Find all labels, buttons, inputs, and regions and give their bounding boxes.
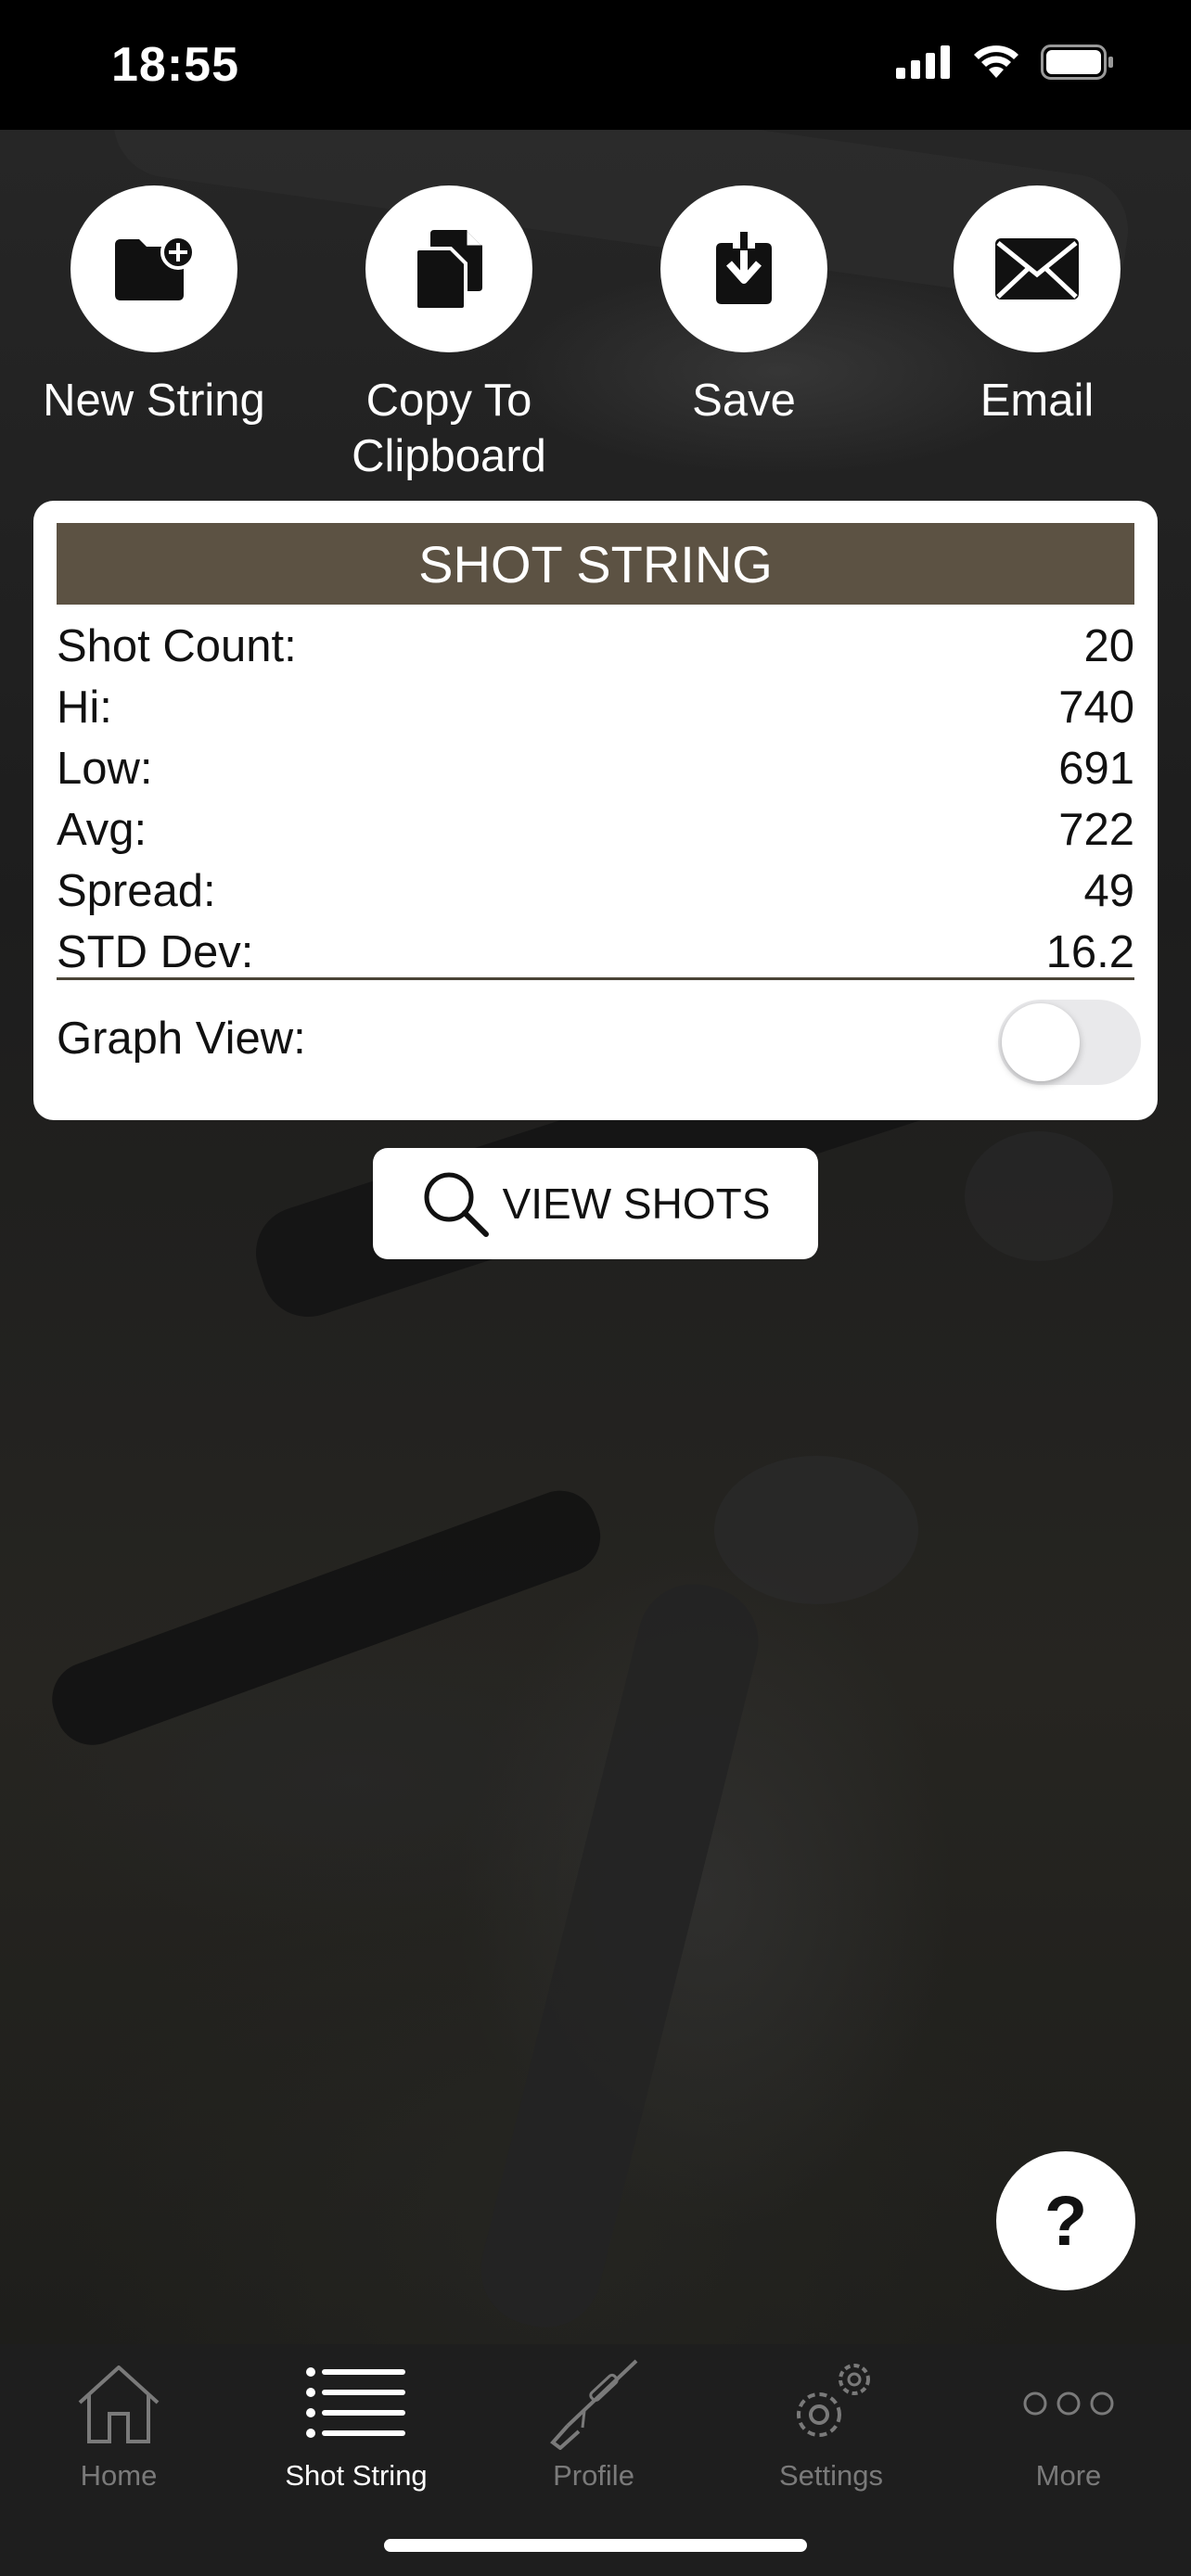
toggle-knob [1002, 1003, 1080, 1081]
search-icon [424, 1172, 489, 1237]
stat-row-hi: Hi: 740 [57, 677, 1134, 738]
stat-row-shot-count: Shot Count: 20 [57, 616, 1134, 677]
stat-label: Spread: [57, 866, 216, 916]
signal-icon [896, 45, 950, 79]
stat-row-low: Low: 691 [57, 738, 1134, 799]
battery-icon [1041, 45, 1113, 80]
tab-label: Shot String [285, 2459, 428, 2492]
stat-value: 740 [1058, 682, 1134, 733]
copy-label-text: Copy To Clipboard [352, 376, 546, 481]
stat-value: 16.2 [1045, 927, 1134, 977]
stat-row-spread: Spread: 49 [57, 861, 1134, 922]
tab-shot-string[interactable]: Shot String [237, 2344, 475, 2502]
shot-string-card: SHOT STRING Shot Count: 20 Hi: 740 Low: … [33, 501, 1158, 1120]
status-bar: 18:55 [0, 0, 1191, 130]
save-button[interactable]: Save [596, 185, 892, 428]
tab-label: More [1035, 2459, 1102, 2492]
new-string-label: New String [43, 376, 265, 426]
copy-label: Copy To Clipboard [301, 373, 597, 484]
list-icon [306, 2367, 405, 2438]
status-time: 18:55 [111, 38, 239, 92]
help-button[interactable]: ? [996, 2151, 1135, 2290]
status-icons [896, 45, 1115, 80]
wifi-icon [974, 45, 1018, 78]
help-label: ? [1044, 2181, 1088, 2261]
view-shots-label: VIEW SHOTS [502, 1180, 771, 1228]
tab-home[interactable]: Home [0, 2344, 237, 2502]
new-string-button[interactable]: New String [6, 185, 302, 428]
copy-circle[interactable] [365, 185, 532, 352]
save-label: Save [692, 376, 796, 426]
graph-view-toggle[interactable] [998, 1000, 1141, 1085]
envelope-icon [995, 238, 1079, 300]
tab-label: Settings [778, 2459, 883, 2492]
copy-icon [414, 230, 482, 312]
stat-value: 49 [1083, 866, 1134, 916]
stat-row-avg: Avg: 722 [57, 799, 1134, 861]
gears-icon [797, 2364, 870, 2437]
folder-plus-icon [115, 236, 196, 300]
stat-label: Avg: [57, 805, 147, 855]
stat-label: Hi: [57, 682, 112, 733]
email-circle[interactable] [954, 185, 1121, 352]
stat-row-std-dev: STD Dev: 16.2 [57, 922, 1134, 983]
email-button[interactable]: Email [889, 185, 1185, 428]
divider [57, 977, 1134, 980]
rifle-icon [550, 2359, 638, 2450]
card-title: SHOT STRING [57, 523, 1134, 605]
stat-label: Low: [57, 744, 153, 794]
view-shots-button[interactable]: VIEW SHOTS [373, 1148, 818, 1259]
stat-label: Shot Count: [57, 621, 297, 671]
tab-label: Profile [553, 2459, 634, 2492]
home-indicator [384, 2539, 807, 2552]
home-icon [78, 2366, 160, 2443]
new-string-circle[interactable] [70, 185, 237, 352]
tab-settings[interactable]: Settings [712, 2344, 950, 2502]
stat-value: 20 [1083, 621, 1134, 671]
download-icon [716, 232, 772, 304]
tab-profile[interactable]: Profile [475, 2344, 712, 2502]
stat-value: 691 [1058, 744, 1134, 794]
tab-more[interactable]: More [950, 2344, 1187, 2502]
stat-label: STD Dev: [57, 927, 254, 977]
copy-to-clipboard-button[interactable]: Copy To Clipboard [301, 185, 597, 484]
more-icon [1023, 2391, 1114, 2416]
tab-label: Home [80, 2459, 158, 2492]
stat-value: 722 [1058, 805, 1134, 855]
email-label: Email [980, 376, 1095, 426]
graph-view-label: Graph View: [57, 1014, 306, 1064]
save-circle[interactable] [660, 185, 827, 352]
